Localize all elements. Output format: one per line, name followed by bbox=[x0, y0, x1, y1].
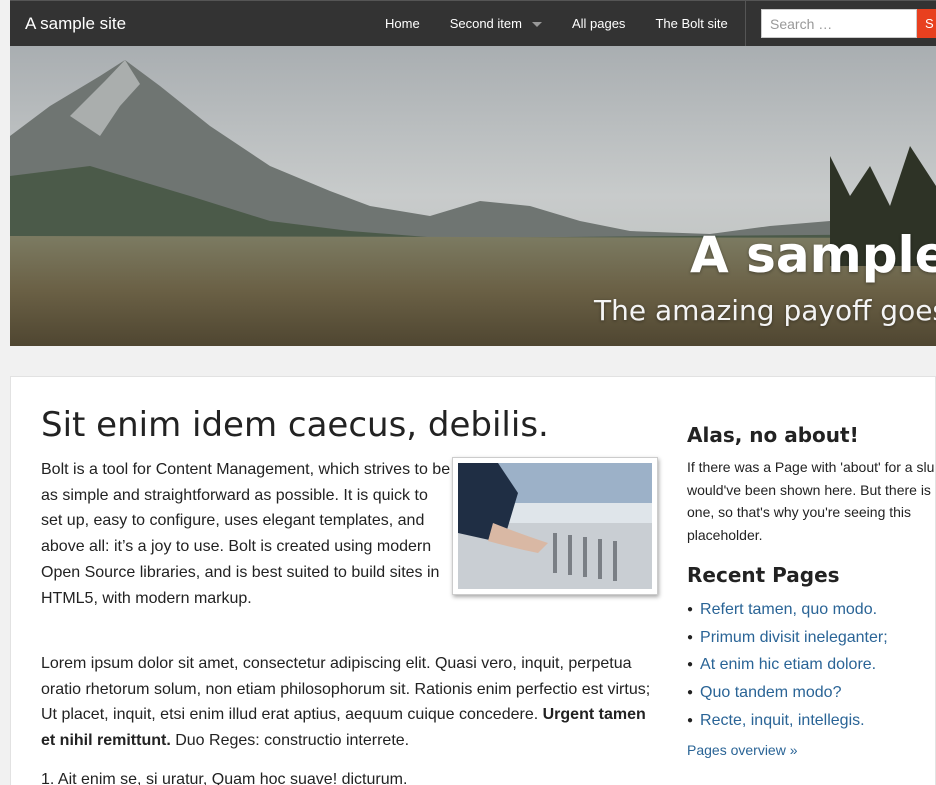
list-item: Primum divisit ineleganter; bbox=[687, 625, 888, 653]
article-intro: Bolt is a tool for Content Management, w… bbox=[41, 461, 451, 607]
search-input[interactable] bbox=[761, 9, 917, 38]
navbar: A sample site Home Second item All pages… bbox=[10, 0, 936, 47]
list-item: Quo tandem modo? bbox=[687, 680, 888, 708]
nav-second-item-label: Second item bbox=[449, 16, 522, 31]
site-brand[interactable]: A sample site bbox=[25, 14, 126, 34]
main-nav: Home Second item All pages The Bolt site bbox=[370, 1, 743, 47]
main-content: Sit enim idem caecus, debilis. Bolt is a… bbox=[10, 376, 936, 785]
recent-page-link[interactable]: Quo tandem modo? bbox=[700, 684, 841, 701]
recent-page-link[interactable]: Primum divisit ineleganter; bbox=[700, 629, 888, 646]
hero-title: A sample s bbox=[690, 226, 936, 284]
chevron-down-icon bbox=[531, 21, 542, 27]
recent-page-link[interactable]: Refert tamen, quo modo. bbox=[700, 601, 877, 618]
about-text: If there was a Page with 'about' for a s… bbox=[687, 459, 935, 543]
nav-second-item[interactable]: Second item bbox=[435, 1, 557, 47]
about-heading: Alas, no about! bbox=[687, 423, 859, 447]
list-item: At enim hic etiam dolore. bbox=[687, 652, 888, 680]
article-image-frame bbox=[452, 457, 658, 595]
nav-home-label: Home bbox=[385, 16, 420, 31]
search-button[interactable]: S bbox=[917, 9, 936, 38]
nav-bolt-site-label: The Bolt site bbox=[655, 16, 728, 31]
list-item: Recte, inquit, intellegis. bbox=[687, 708, 888, 736]
hero-banner: A sample s The amazing payoff goes h bbox=[10, 46, 936, 346]
nav-all-pages-label: All pages bbox=[571, 16, 626, 31]
list-item: Refert tamen, quo modo. bbox=[687, 597, 888, 625]
paragraph-tail: Duo Reges: constructio interrete. bbox=[170, 732, 410, 750]
hero-subtitle: The amazing payoff goes h bbox=[594, 294, 936, 327]
nav-home[interactable]: Home bbox=[370, 1, 435, 47]
mixing-console-graphic bbox=[458, 463, 652, 589]
nav-bolt-site[interactable]: The Bolt site bbox=[640, 1, 742, 47]
article-paragraph: Lorem ipsum dolor sit amet, consectetur … bbox=[41, 651, 653, 754]
pages-overview-link[interactable]: Pages overview » bbox=[687, 742, 798, 758]
recent-pages-list: Refert tamen, quo modo. Primum divisit i… bbox=[687, 597, 888, 736]
nav-all-pages[interactable]: All pages bbox=[557, 1, 640, 47]
recent-page-link[interactable]: Recte, inquit, intellegis. bbox=[700, 712, 865, 729]
list-item: 1. Ait enim se, si uratur, Quam hoc suav… bbox=[41, 771, 408, 785]
article-title: Sit enim idem caecus, debilis. bbox=[41, 405, 549, 445]
nav-divider bbox=[745, 1, 746, 47]
recent-pages-heading: Recent Pages bbox=[687, 563, 840, 587]
mixing-console-image bbox=[458, 463, 652, 589]
recent-page-link[interactable]: At enim hic etiam dolore. bbox=[700, 656, 876, 673]
